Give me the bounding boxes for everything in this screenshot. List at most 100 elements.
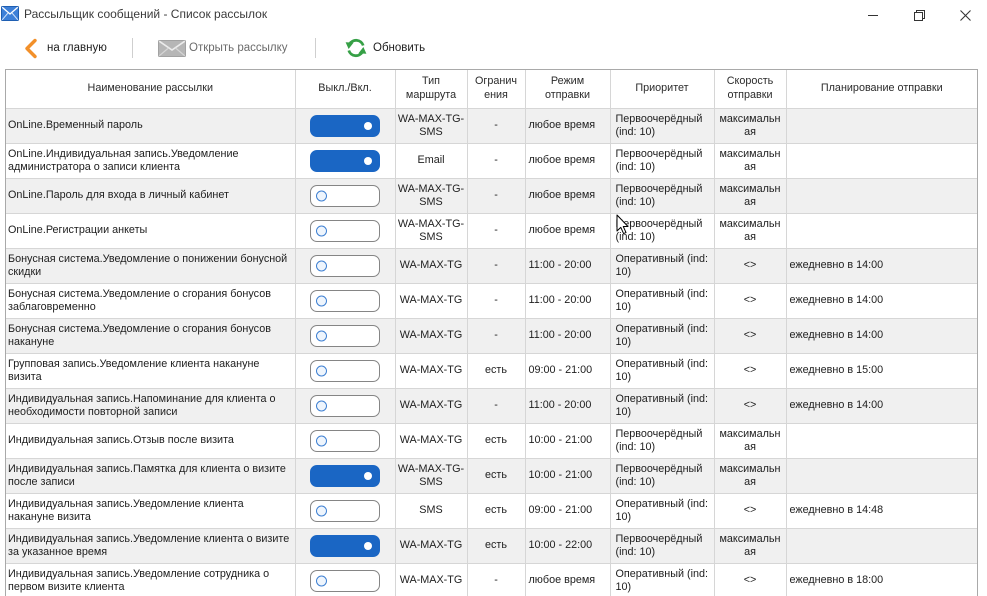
cell-send-speed: максимальная — [714, 423, 787, 459]
cell-priority: Первоочерёдный (ind: 10) — [610, 213, 715, 249]
cell-priority: Первоочерёдный (ind: 10) — [610, 143, 715, 179]
enable-toggle[interactable] — [310, 324, 380, 347]
refresh-label: Обновить — [373, 42, 426, 54]
refresh-button[interactable]: Обновить — [339, 33, 429, 63]
cell-mailing-name: Индивидуальная запись.Напоминание для кл… — [6, 388, 296, 424]
cell-send-mode: 09:00 - 21:00 — [525, 353, 611, 389]
column-header-name[interactable]: Наименование рассылки — [6, 70, 296, 109]
cell-send-mode: любое время — [525, 143, 611, 179]
enable-toggle[interactable] — [310, 499, 380, 522]
column-header-restrictions[interactable]: Ограничения — [467, 70, 526, 109]
enable-toggle[interactable] — [310, 429, 380, 452]
enable-toggle[interactable] — [310, 569, 380, 592]
cell-send-mode-text: любое время — [528, 224, 596, 236]
cell-mailing-name-text: OnLine.Временный пароль — [8, 119, 143, 131]
cell-send-mode: любое время — [525, 108, 611, 144]
table-row[interactable]: Индивидуальная запись.Уведомление клиент… — [6, 493, 977, 529]
cell-send-mode-text: любое время — [528, 154, 596, 166]
cell-priority-text: Первоочерёдный (ind: 10) — [615, 182, 703, 208]
close-button[interactable] — [942, 0, 987, 30]
cell-enabled — [295, 143, 396, 179]
table-row[interactable]: OnLine.Пароль для входа в личный кабинет… — [6, 178, 977, 214]
cell-restrictions: есть — [467, 493, 526, 529]
back-home-button[interactable]: на главную — [18, 33, 114, 63]
cell-schedule: ежедневно в 14:00 — [786, 248, 977, 284]
enable-toggle[interactable] — [310, 149, 380, 172]
enable-toggle[interactable] — [310, 394, 380, 417]
cell-restrictions-text: - — [494, 399, 498, 411]
toggle-knob — [364, 156, 372, 165]
table-row[interactable]: OnLine.Временный пароль WA-MAX-TG-SMS - люб… — [6, 108, 977, 144]
cell-send-mode-text: 10:00 - 21:00 — [528, 469, 593, 481]
cell-send-mode: любое время — [525, 563, 611, 596]
cell-restrictions: - — [467, 108, 526, 144]
cell-route-type-text: WA-MAX-TG — [399, 259, 463, 271]
table-row[interactable]: OnLine.Регистрации анкеты WA-MAX-TG-SMS - л… — [6, 213, 977, 249]
column-header-send-mode[interactable]: Режим отправки — [525, 70, 611, 109]
enable-toggle[interactable] — [310, 359, 380, 382]
cell-send-speed: <> — [714, 493, 787, 529]
table-row[interactable]: OnLine.Индивидуальная запись.Уведомление… — [6, 143, 977, 179]
column-header-send-speed[interactable]: Скорость отправки — [714, 70, 787, 109]
cell-mailing-name-text: OnLine.Индивидуальная запись.Уведомление… — [8, 147, 239, 173]
cell-restrictions-text: есть — [485, 434, 507, 446]
toggle-knob — [316, 400, 327, 411]
cell-mailing-name-text: Индивидуальная запись.Уведомление сотруд… — [8, 567, 270, 593]
toggle-knob — [316, 435, 327, 446]
cell-route-type-text: WA-MAX-TG — [399, 294, 463, 306]
cell-mailing-name: Индивидуальная запись.Уведомление сотруд… — [6, 563, 296, 596]
cell-schedule-text: ежедневно в 14:00 — [789, 259, 884, 271]
minimize-button[interactable] — [850, 0, 896, 30]
mailing-list-grid: Наименование рассылки Выкл./Вкл. Тип мар… — [5, 69, 978, 596]
cell-send-mode-text: любое время — [528, 119, 596, 131]
enable-toggle[interactable] — [310, 219, 380, 242]
table-row[interactable]: Индивидуальная запись.Уведомление сотруд… — [6, 563, 977, 596]
cell-mailing-name: OnLine.Временный пароль — [6, 108, 296, 144]
table-row[interactable]: Бонусная система.Уведомление о сгорания … — [6, 318, 977, 354]
cell-send-speed-text: <> — [743, 329, 757, 341]
table-row[interactable]: Индивидуальная запись.Отзыв после визита… — [6, 423, 977, 459]
cell-send-speed-text: <> — [743, 259, 757, 271]
table-row[interactable]: Групповая запись.Уведомление клиента нак… — [6, 353, 977, 389]
table-row[interactable]: Бонусная система.Уведомление о сгорания … — [6, 283, 977, 319]
cell-mailing-name: Индивидуальная запись.Уведомление клиент… — [6, 493, 296, 529]
cell-restrictions-text: - — [494, 329, 498, 341]
table-row[interactable]: Бонусная система.Уведомление о понижении… — [6, 248, 977, 284]
table-row[interactable]: Индивидуальная запись.Уведомление клиент… — [6, 528, 977, 564]
table-row[interactable]: Индивидуальная запись.Памятка для клиент… — [6, 458, 977, 494]
column-header-enabled[interactable]: Выкл./Вкл. — [295, 70, 396, 109]
cell-send-speed-text: максимальная — [719, 217, 781, 243]
cell-restrictions: - — [467, 213, 526, 249]
cell-schedule-text: ежедневно в 18:00 — [789, 574, 884, 586]
cell-enabled — [295, 388, 396, 424]
chevron-left-icon — [25, 38, 37, 59]
enable-toggle[interactable] — [310, 534, 380, 557]
cell-route-type-text: WA-MAX-TG-SMS — [397, 462, 465, 488]
enable-toggle[interactable] — [310, 184, 380, 207]
enable-toggle[interactable] — [310, 464, 380, 487]
column-header-route-type[interactable]: Тип маршрута — [395, 70, 468, 109]
open-mailing-button[interactable]: Открыть рассылку — [152, 33, 292, 63]
cell-schedule: ежедневно в 14:48 — [786, 493, 977, 529]
cell-restrictions: - — [467, 388, 526, 424]
cell-route-type: WA-MAX-TG-SMS — [395, 213, 468, 249]
cell-send-speed-text: максимальная — [719, 532, 781, 558]
enable-toggle[interactable] — [310, 114, 380, 137]
enable-toggle[interactable] — [310, 289, 380, 312]
column-header-schedule[interactable]: Планирование отправки — [786, 70, 977, 109]
cell-restrictions-text: - — [494, 189, 498, 201]
minimize-icon — [868, 10, 878, 20]
enable-toggle[interactable] — [310, 254, 380, 277]
cell-priority-text: Оперативный (ind: 10) — [615, 357, 709, 383]
cell-send-mode: 10:00 - 22:00 — [525, 528, 611, 564]
cell-restrictions: - — [467, 248, 526, 284]
cell-enabled — [295, 318, 396, 354]
cell-route-type: WA-MAX-TG-SMS — [395, 108, 468, 144]
toggle-knob — [364, 121, 372, 130]
restore-button[interactable] — [896, 0, 942, 30]
column-header-priority[interactable]: Приоритет — [610, 70, 715, 109]
table-row[interactable]: Индивидуальная запись.Напоминание для кл… — [6, 388, 977, 424]
cell-priority: Первоочерёдный (ind: 10) — [610, 458, 715, 494]
cell-restrictions-text: есть — [485, 539, 507, 551]
cell-enabled — [295, 248, 396, 284]
